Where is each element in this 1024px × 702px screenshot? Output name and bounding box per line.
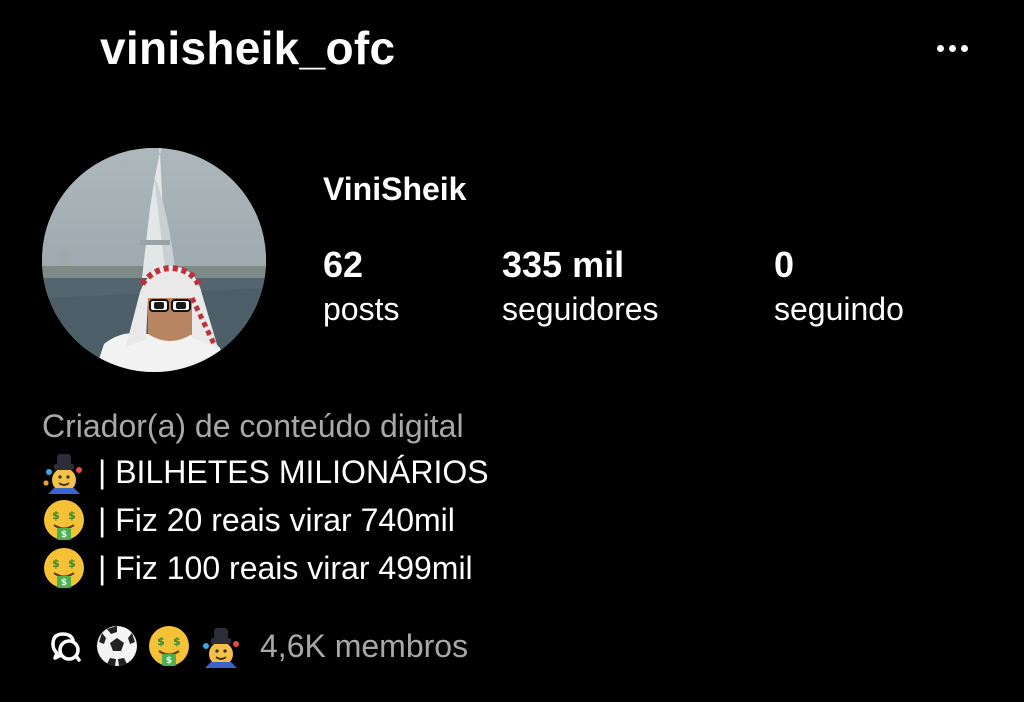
svg-text:$: $ bbox=[61, 530, 67, 540]
posts-count: 62 bbox=[323, 244, 364, 285]
money-mouth-face-emoji-icon: $ $ $ bbox=[42, 497, 90, 543]
svg-text:$: $ bbox=[68, 557, 76, 570]
svg-text:$: $ bbox=[52, 557, 60, 570]
threads-icon bbox=[42, 622, 88, 670]
svg-text:$: $ bbox=[157, 635, 165, 648]
svg-text:$: $ bbox=[68, 509, 76, 522]
more-options-button[interactable] bbox=[928, 30, 976, 66]
bio-line-text: | BILHETES MILIONÁRIOS bbox=[98, 454, 489, 490]
money-mouth-face-emoji-icon: $ $ $ bbox=[42, 545, 90, 591]
money-mouth-face-icon: $ $ $ bbox=[146, 622, 192, 670]
juggler-icon bbox=[198, 622, 244, 670]
more-dot bbox=[960, 44, 968, 52]
posts-stat[interactable]: 62 posts bbox=[323, 242, 399, 330]
community-members-count: 4,6K membros bbox=[260, 627, 469, 664]
svg-text:$: $ bbox=[166, 656, 172, 666]
soccer-ball-icon bbox=[94, 622, 140, 670]
profile-avatar[interactable] bbox=[42, 148, 266, 372]
more-dot bbox=[948, 44, 956, 52]
svg-text:$: $ bbox=[173, 635, 181, 648]
bio-line: $ $ $ | Fiz 20 reais virar 740mil bbox=[42, 497, 455, 543]
juggler-emoji-icon bbox=[42, 449, 90, 495]
following-stat[interactable]: 0 seguindo bbox=[774, 242, 904, 330]
svg-text:$: $ bbox=[52, 509, 60, 522]
bio-line-text: | Fiz 100 reais virar 499mil bbox=[98, 550, 473, 586]
svg-text:$: $ bbox=[61, 578, 67, 588]
posts-label: posts bbox=[323, 291, 400, 327]
profile-category: Criador(a) de conteúdo digital bbox=[42, 408, 464, 444]
followers-label: seguidores bbox=[502, 291, 659, 327]
bio-line: | BILHETES MILIONÁRIOS bbox=[42, 449, 489, 495]
bio-line-text: | Fiz 20 reais virar 740mil bbox=[98, 502, 455, 538]
avatar-photo bbox=[42, 148, 266, 372]
bio-line: $ $ $ | Fiz 100 reais virar 499mil bbox=[42, 545, 473, 591]
followers-count: 335 mil bbox=[502, 244, 625, 285]
followers-stat[interactable]: 335 mil seguidores bbox=[502, 242, 659, 330]
community-channel-link[interactable]: $ $ $ 4,6K membros bbox=[42, 620, 468, 672]
profile-username: vinisheik_ofc bbox=[100, 22, 396, 74]
more-dot bbox=[936, 44, 944, 52]
following-label: seguindo bbox=[774, 291, 904, 327]
profile-display-name: ViniSheik bbox=[323, 171, 467, 207]
following-count: 0 bbox=[774, 244, 795, 285]
